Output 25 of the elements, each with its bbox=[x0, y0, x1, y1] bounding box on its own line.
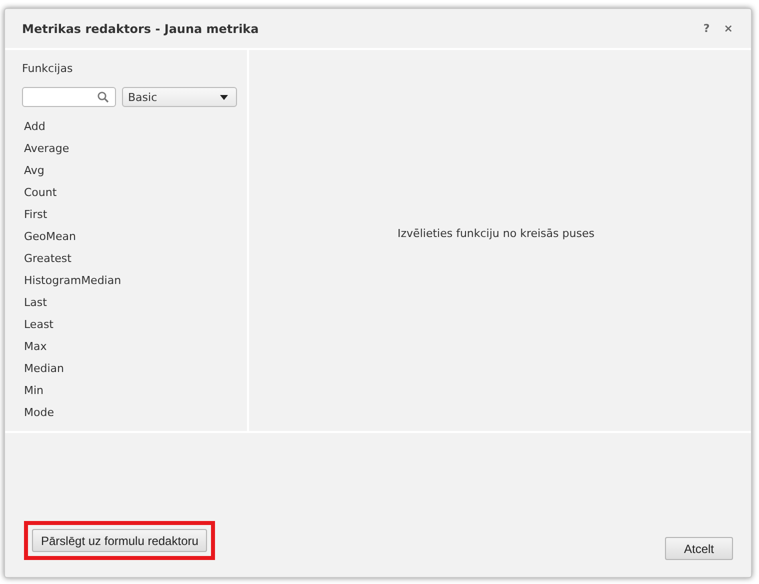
function-item[interactable]: Average bbox=[22, 138, 70, 160]
caret-icon bbox=[220, 94, 228, 100]
category-dropdown[interactable]: Basic bbox=[122, 87, 237, 107]
function-item[interactable]: Add bbox=[22, 116, 46, 138]
search-field[interactable] bbox=[22, 87, 116, 107]
dialog-title: Metrikas redaktors - Jauna metrika bbox=[22, 22, 260, 36]
function-item[interactable]: Count bbox=[22, 182, 57, 204]
function-item[interactable]: Median bbox=[22, 358, 64, 380]
help-button[interactable]: ? bbox=[699, 22, 714, 35]
function-item[interactable]: First bbox=[22, 204, 48, 226]
cancel-button[interactable]: Atcelt bbox=[665, 537, 733, 560]
function-item[interactable]: Greatest bbox=[22, 248, 72, 270]
search-icon bbox=[97, 91, 109, 103]
switch-editor-button[interactable]: Pārslēgt uz formulu redaktoru bbox=[32, 529, 208, 552]
function-item[interactable]: HistogramMedian bbox=[22, 270, 122, 292]
close-button[interactable]: × bbox=[720, 22, 737, 35]
empty-message: Izvēlieties funkciju no kreisās puses bbox=[398, 227, 594, 241]
function-item[interactable]: GeoMean bbox=[22, 226, 76, 248]
function-item[interactable]: Mode bbox=[22, 402, 54, 424]
function-item[interactable]: Least bbox=[22, 314, 54, 336]
function-item[interactable]: Min bbox=[22, 380, 44, 402]
function-item[interactable]: Last bbox=[22, 292, 47, 314]
function-item[interactable]: Max bbox=[22, 336, 47, 358]
section-heading: Funkcijas bbox=[22, 62, 73, 75]
function-item[interactable]: Avg bbox=[22, 160, 44, 182]
